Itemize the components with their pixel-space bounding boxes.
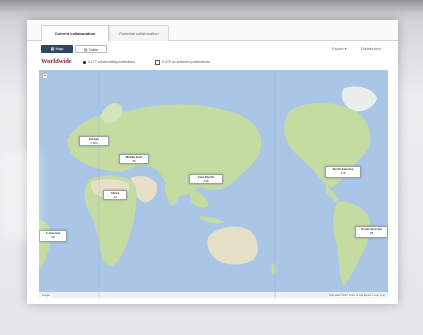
map-canvas xyxy=(39,70,388,298)
region-callout-south-america-left[interactable]: h America 28 xyxy=(39,230,67,242)
se-asia-land xyxy=(189,188,209,208)
australia-land xyxy=(207,226,258,265)
region-value: 28 xyxy=(369,231,374,235)
region-value: 28 xyxy=(51,235,55,239)
left-glare xyxy=(0,150,40,240)
publication-square-icon xyxy=(155,59,160,65)
tab-bar: Current collaboration Potential collabor… xyxy=(27,20,398,41)
tab-current-collaboration[interactable]: Current collaboration xyxy=(41,25,109,41)
toolbar: ▦ Map ▤ Table Export ▾ Distribution xyxy=(27,42,398,56)
region-value: 248 xyxy=(203,179,209,183)
page-title: Worldwide xyxy=(41,58,72,65)
region-callout-south-america[interactable]: South America 28 xyxy=(355,226,388,238)
indonesia-land xyxy=(199,216,225,224)
table-view-button[interactable]: ▤ Table xyxy=(75,45,107,53)
legend-publications-label: 5,075 co-authored publications xyxy=(162,60,210,64)
region-callout-north-america[interactable]: North America 478 xyxy=(325,166,361,178)
region-callout-middle-east[interactable]: Middle East 36 xyxy=(119,154,149,164)
region-value: 36 xyxy=(132,159,136,163)
world-map[interactable]: + Europe 1,822 Middle East 36 Africa 24 … xyxy=(39,70,388,298)
greenland-land xyxy=(341,86,377,112)
map-google-logo: Google xyxy=(41,294,52,297)
distribution-link[interactable]: Distribution xyxy=(361,45,381,53)
new-zealand-land xyxy=(271,262,277,276)
legend-institutions: 2,177 collaborating institutions xyxy=(83,58,135,67)
south-america-land xyxy=(333,201,371,286)
tab-potential-collaboration[interactable]: Potential collaboration xyxy=(109,25,169,41)
map-attribution[interactable]: Map data ©2015 Terms of Use Report a map… xyxy=(328,294,386,297)
map-view-button[interactable]: ▦ Map xyxy=(41,45,73,53)
table-button-label: Table xyxy=(88,47,99,52)
zoom-in-button[interactable]: + xyxy=(42,73,48,79)
region-callout-asia-pacific[interactable]: Asia Pacific 248 xyxy=(189,174,223,184)
region-callout-europe[interactable]: Europe 1,822 xyxy=(79,136,109,146)
map-button-label: Map xyxy=(55,46,64,51)
region-value: 1,822 xyxy=(90,141,98,145)
app-window: Current collaboration Potential collabor… xyxy=(27,20,398,304)
region-value: 478 xyxy=(340,171,346,175)
india-land xyxy=(164,181,180,206)
region-value: 24 xyxy=(113,195,117,199)
top-shadow xyxy=(0,0,423,22)
legend-publications: 5,075 co-authored publications xyxy=(155,58,210,67)
legend-institutions-label: 2,177 collaborating institutions xyxy=(88,60,136,64)
institution-dot-icon xyxy=(83,60,86,64)
south-america-left-edge xyxy=(39,220,51,270)
export-dropdown[interactable]: Export ▾ xyxy=(332,45,347,53)
region-callout-africa[interactable]: Africa 24 xyxy=(103,190,127,200)
